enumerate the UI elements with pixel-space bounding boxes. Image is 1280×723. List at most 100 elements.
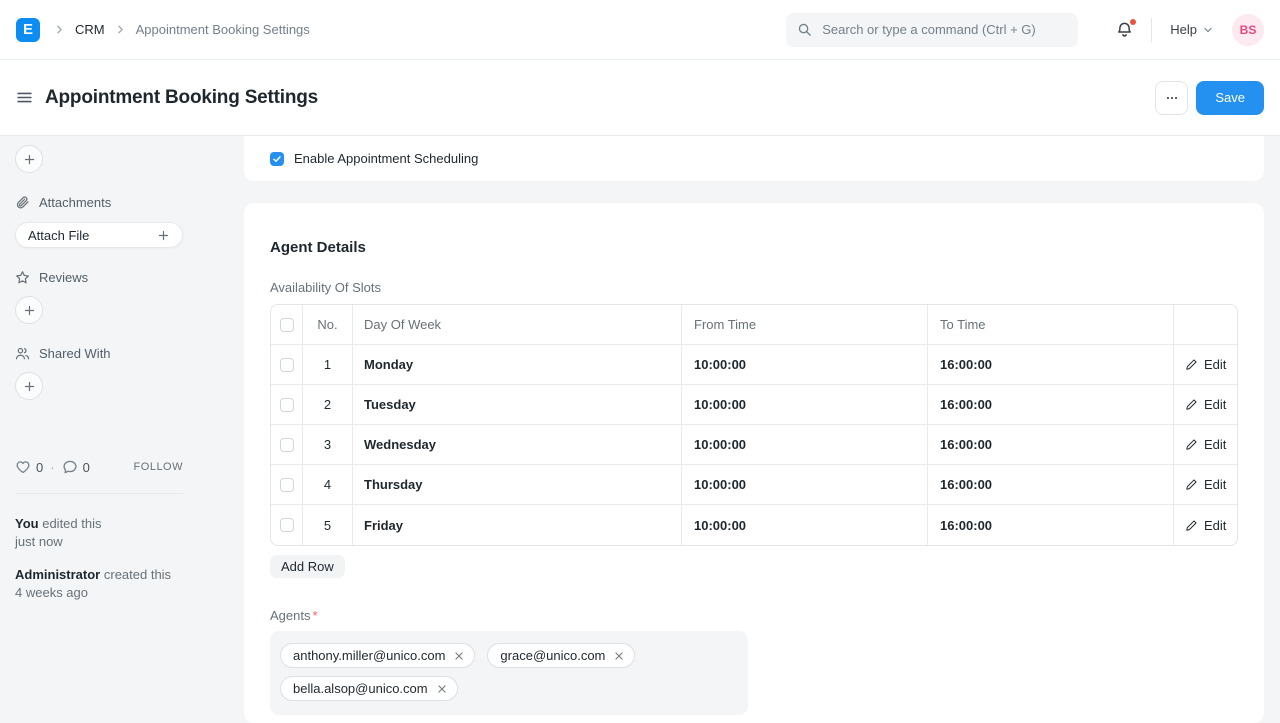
edit-row-button[interactable]: Edit [1185,357,1226,372]
row-index: 3 [302,425,352,464]
day-cell[interactable]: Monday [352,345,681,384]
created-meta: Administrator created this 4 weeks ago [15,566,183,602]
sidebar-divider [15,493,183,494]
edited-action: edited this [42,516,101,531]
agents-multiselect-input[interactable]: anthony.miller@unico.com grace@unico.com… [270,631,748,715]
edit-label: Edit [1204,477,1226,492]
content-layout: Attachments Attach File Reviews Shared W… [0,136,1280,689]
help-menu[interactable]: Help [1170,22,1214,37]
edit-label: Edit [1204,397,1226,412]
column-header-day: Day Of Week [352,305,681,344]
add-share-button[interactable] [15,372,43,400]
slots-field-label: Availability Of Slots [270,280,1238,295]
edit-row-button[interactable]: Edit [1185,437,1226,452]
created-action: created this [104,567,171,582]
breadcrumb-page: Appointment Booking Settings [136,22,310,37]
agent-details-card: Agent Details Availability Of Slots No. … [244,203,1264,723]
add-tag-button[interactable] [15,145,43,173]
top-navbar: E CRM Appointment Booking Settings Help [0,0,1280,60]
to-time-cell[interactable]: 16:00:00 [927,505,1173,545]
star-icon [15,270,30,285]
more-menu-button[interactable] [1155,81,1188,115]
to-time-cell[interactable]: 16:00:00 [927,465,1173,504]
search-icon [797,22,812,37]
search-input[interactable] [820,21,1067,38]
enable-scheduling-field: Enable Appointment Scheduling [270,151,478,166]
edit-row-button[interactable]: Edit [1185,477,1226,492]
from-time-cell[interactable]: 10:00:00 [681,385,927,424]
notifications-bell-icon[interactable] [1116,21,1133,38]
remove-tag-icon[interactable] [454,651,464,661]
to-time-cell[interactable]: 16:00:00 [927,425,1173,464]
avatar-initials: BS [1240,23,1257,37]
row-checkbox[interactable] [280,478,294,492]
plus-icon [23,153,36,166]
row-checkbox[interactable] [280,438,294,452]
row-checkbox[interactable] [280,358,294,372]
global-search[interactable] [786,13,1078,47]
grid-header-row: No. Day Of Week From Time To Time [271,305,1237,345]
from-time-cell[interactable]: 10:00:00 [681,465,927,504]
pencil-icon [1185,358,1198,371]
page-title: Appointment Booking Settings [45,87,318,109]
pencil-icon [1185,519,1198,532]
chevron-down-icon [1202,24,1214,36]
to-time-cell[interactable]: 16:00:00 [927,345,1173,384]
attachments-section-label: Attachments [15,195,183,210]
from-time-cell[interactable]: 10:00:00 [681,505,927,545]
from-time-cell[interactable]: 10:00:00 [681,345,927,384]
edit-label: Edit [1204,437,1226,452]
user-avatar[interactable]: BS [1232,14,1264,46]
row-index: 5 [302,505,352,545]
social-row: 0 · 0 FOLLOW [15,459,183,475]
created-time: 4 weeks ago [15,585,88,600]
breadcrumb-app[interactable]: CRM [75,22,105,37]
likes-count: 0 [36,460,43,475]
day-cell[interactable]: Thursday [352,465,681,504]
edit-row-button[interactable]: Edit [1185,518,1226,533]
app-logo[interactable]: E [16,18,40,42]
row-checkbox[interactable] [280,398,294,412]
row-index: 2 [302,385,352,424]
select-all-checkbox[interactable] [280,318,294,332]
page-head: Appointment Booking Settings Save [0,60,1280,136]
reviews-label: Reviews [39,270,88,285]
comments-count: 0 [83,460,90,475]
attach-file-button[interactable]: Attach File [15,222,183,248]
plus-icon [157,229,170,242]
reviews-section-label: Reviews [15,270,183,285]
save-button[interactable]: Save [1196,81,1264,115]
paperclip-icon [15,195,30,210]
grid-row-3: 3 Wednesday 10:00:00 16:00:00 Edit [271,425,1237,465]
heart-icon[interactable] [15,459,31,475]
shared-with-section-label: Shared With [15,346,183,361]
edit-row-button[interactable]: Edit [1185,397,1226,412]
row-index: 4 [302,465,352,504]
follow-button[interactable]: FOLLOW [134,461,183,473]
pencil-icon [1185,398,1198,411]
form-sidebar: Attachments Attach File Reviews Shared W… [0,136,228,689]
row-checkbox[interactable] [280,518,294,532]
from-time-cell[interactable]: 10:00:00 [681,425,927,464]
edited-time: just now [15,534,63,549]
agent-tag-label: grace@unico.com [500,648,605,663]
section-title: Agent Details [270,239,1238,256]
day-cell[interactable]: Tuesday [352,385,681,424]
day-cell[interactable]: Wednesday [352,425,681,464]
agents-field-label: Agents* [270,608,1238,623]
availability-grid: No. Day Of Week From Time To Time 1 Mond… [270,304,1238,546]
edit-label: Edit [1204,518,1226,533]
to-time-cell[interactable]: 16:00:00 [927,385,1173,424]
chevron-right-icon [114,23,127,36]
enable-scheduling-checkbox[interactable] [270,152,284,166]
add-row-button[interactable]: Add Row [270,555,345,578]
day-cell[interactable]: Friday [352,505,681,545]
add-review-button[interactable] [15,296,43,324]
edited-by: You [15,516,39,531]
comment-icon[interactable] [62,459,78,475]
column-header-to: To Time [927,305,1173,344]
dot-separator: · [50,460,54,475]
grid-row-2: 2 Tuesday 10:00:00 16:00:00 Edit [271,385,1237,425]
sidebar-toggle-icon[interactable] [16,89,33,106]
remove-tag-icon[interactable] [614,651,624,661]
